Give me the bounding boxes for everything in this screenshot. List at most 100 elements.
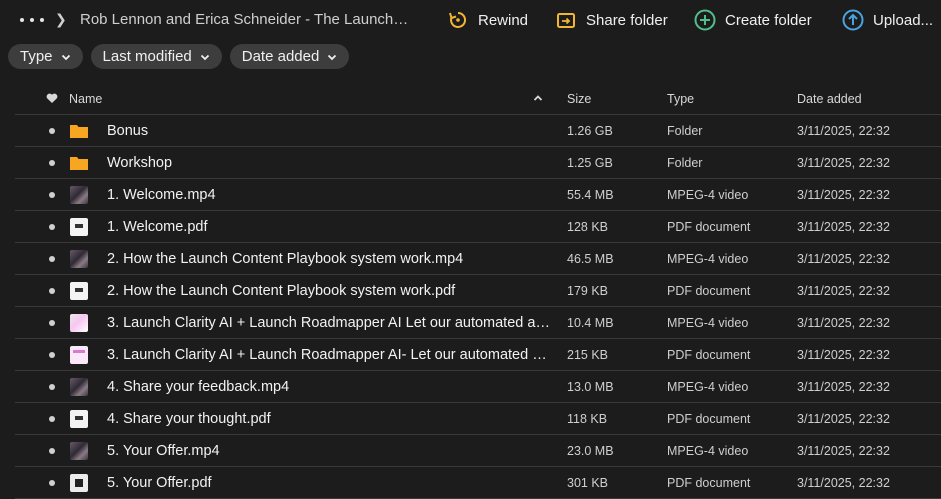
table-header: Name Size Type Date added bbox=[15, 82, 941, 115]
table-row[interactable]: 5. Your Offer.pdf 301 KB PDF document 3/… bbox=[15, 467, 941, 499]
selection-dot[interactable] bbox=[49, 384, 55, 390]
table-row[interactable]: 2. How the Launch Content Playbook syste… bbox=[15, 275, 941, 307]
file-size: 1.25 GB bbox=[567, 156, 613, 170]
file-type: MPEG-4 video bbox=[667, 316, 749, 330]
file-date-added: 3/11/2025, 22:32 bbox=[797, 348, 890, 362]
file-date-added: 3/11/2025, 22:32 bbox=[797, 252, 890, 266]
selection-dot[interactable] bbox=[49, 256, 55, 262]
column-header-name[interactable]: Name bbox=[69, 92, 102, 106]
column-header-date-added[interactable]: Date added bbox=[797, 92, 862, 106]
file-type: PDF document bbox=[667, 348, 751, 362]
file-type: Folder bbox=[667, 156, 703, 170]
selection-dot[interactable] bbox=[49, 224, 55, 230]
video-thumbnail-icon bbox=[70, 442, 88, 460]
share-folder-label: Share folder bbox=[586, 11, 668, 29]
table-row[interactable]: 4. Share your thought.pdf 118 KB PDF doc… bbox=[15, 403, 941, 435]
filter-type-label: Type bbox=[20, 48, 53, 65]
file-type: PDF document bbox=[667, 476, 751, 490]
pdf-thumbnail-icon bbox=[70, 346, 88, 364]
pdf-thumbnail-icon bbox=[70, 474, 88, 492]
file-type: Folder bbox=[667, 124, 703, 138]
filter-date-added-label: Date added bbox=[241, 48, 320, 65]
video-thumbnail-icon bbox=[70, 186, 88, 204]
dot-icon bbox=[40, 18, 44, 22]
selection-dot[interactable] bbox=[49, 448, 55, 454]
selection-dot[interactable] bbox=[49, 160, 55, 166]
filter-last-modified-label: Last modified bbox=[102, 48, 192, 65]
table-row[interactable]: 4. Share your feedback.mp4 13.0 MB MPEG-… bbox=[15, 371, 941, 403]
upload-button[interactable]: Upload... bbox=[842, 8, 933, 32]
file-name: Workshop bbox=[107, 155, 173, 171]
file-table: Name Size Type Date added Bonus 1.26 GB … bbox=[15, 82, 941, 499]
file-name: 3. Launch Clarity AI + Launch Roadmapper… bbox=[107, 315, 552, 331]
table-row[interactable]: 1. Welcome.mp4 55.4 MB MPEG-4 video 3/11… bbox=[15, 179, 941, 211]
filter-date-added[interactable]: Date added bbox=[229, 44, 350, 69]
rewind-label: Rewind bbox=[478, 11, 529, 29]
file-type: PDF document bbox=[667, 284, 751, 298]
file-type: MPEG-4 video bbox=[667, 444, 749, 458]
selection-dot[interactable] bbox=[49, 288, 55, 294]
file-size: 13.0 MB bbox=[567, 380, 614, 394]
file-name: 1. Welcome.pdf bbox=[107, 219, 208, 235]
column-header-type[interactable]: Type bbox=[667, 92, 694, 106]
chevron-down-icon bbox=[200, 54, 209, 60]
table-row[interactable]: 1. Welcome.pdf 128 KB PDF document 3/11/… bbox=[15, 211, 941, 243]
file-name: Bonus bbox=[107, 123, 149, 139]
selection-dot[interactable] bbox=[49, 128, 55, 134]
file-name: 2. How the Launch Content Playbook syste… bbox=[107, 251, 464, 267]
file-size: 23.0 MB bbox=[567, 444, 614, 458]
file-date-added: 3/11/2025, 22:32 bbox=[797, 476, 890, 490]
share-folder-button[interactable]: Share folder bbox=[555, 8, 668, 32]
heart-icon[interactable] bbox=[46, 93, 58, 104]
selection-dot[interactable] bbox=[49, 416, 55, 422]
file-size: 55.4 MB bbox=[567, 188, 614, 202]
upload-label: Upload... bbox=[873, 11, 934, 29]
sort-ascending-icon[interactable] bbox=[533, 94, 543, 102]
breadcrumb-current-folder[interactable]: Rob Lennon and Erica Schneider - The Lau… bbox=[80, 11, 410, 28]
folder-icon bbox=[70, 125, 88, 138]
file-size: 118 KB bbox=[567, 412, 608, 426]
file-date-added: 3/11/2025, 22:32 bbox=[797, 284, 890, 298]
file-size: 215 KB bbox=[567, 348, 609, 362]
table-row[interactable]: Bonus 1.26 GB Folder 3/11/2025, 22:32 bbox=[15, 115, 941, 147]
table-row[interactable]: Workshop 1.25 GB Folder 3/11/2025, 22:32 bbox=[15, 147, 941, 179]
create-folder-label: Create folder bbox=[725, 11, 812, 29]
selection-dot[interactable] bbox=[49, 320, 55, 326]
file-name: 3. Launch Clarity AI + Launch Roadmapper… bbox=[107, 347, 552, 363]
file-size: 10.4 MB bbox=[567, 316, 614, 330]
table-row[interactable]: 3. Launch Clarity AI + Launch Roadmapper… bbox=[15, 339, 941, 371]
selection-dot[interactable] bbox=[49, 480, 55, 486]
pdf-thumbnail-icon bbox=[70, 282, 88, 300]
file-date-added: 3/11/2025, 22:32 bbox=[797, 124, 890, 138]
file-type: PDF document bbox=[667, 220, 751, 234]
table-row[interactable]: 3. Launch Clarity AI + Launch Roadmapper… bbox=[15, 307, 941, 339]
rewind-button[interactable]: Rewind bbox=[447, 8, 528, 32]
selection-dot[interactable] bbox=[49, 192, 55, 198]
column-header-size[interactable]: Size bbox=[567, 92, 591, 106]
table-row[interactable]: 5. Your Offer.mp4 23.0 MB MPEG-4 video 3… bbox=[15, 435, 941, 467]
selection-dot[interactable] bbox=[49, 352, 55, 358]
file-name: 1. Welcome.mp4 bbox=[107, 187, 216, 203]
more-options-button[interactable] bbox=[20, 12, 44, 28]
file-date-added: 3/11/2025, 22:32 bbox=[797, 156, 890, 170]
filter-last-modified[interactable]: Last modified bbox=[90, 44, 222, 69]
file-size: 128 KB bbox=[567, 220, 609, 234]
file-size: 301 KB bbox=[567, 476, 609, 490]
file-date-added: 3/11/2025, 22:32 bbox=[797, 380, 890, 394]
upload-circle-icon bbox=[842, 9, 864, 31]
dot-icon bbox=[20, 18, 24, 22]
share-folder-icon bbox=[555, 9, 577, 31]
file-type: MPEG-4 video bbox=[667, 252, 749, 266]
filter-bar: Type Last modified Date added bbox=[8, 44, 350, 69]
file-size: 46.5 MB bbox=[567, 252, 614, 266]
file-name: 4. Share your feedback.mp4 bbox=[107, 379, 290, 395]
file-date-added: 3/11/2025, 22:32 bbox=[797, 220, 890, 234]
filter-type[interactable]: Type bbox=[8, 44, 83, 69]
file-name: 5. Your Offer.mp4 bbox=[107, 443, 220, 459]
table-row[interactable]: 2. How the Launch Content Playbook syste… bbox=[15, 243, 941, 275]
file-date-added: 3/11/2025, 22:32 bbox=[797, 444, 890, 458]
pdf-thumbnail-icon bbox=[70, 218, 88, 236]
file-date-added: 3/11/2025, 22:32 bbox=[797, 412, 890, 426]
file-type: PDF document bbox=[667, 412, 751, 426]
create-folder-button[interactable]: Create folder bbox=[694, 8, 812, 32]
